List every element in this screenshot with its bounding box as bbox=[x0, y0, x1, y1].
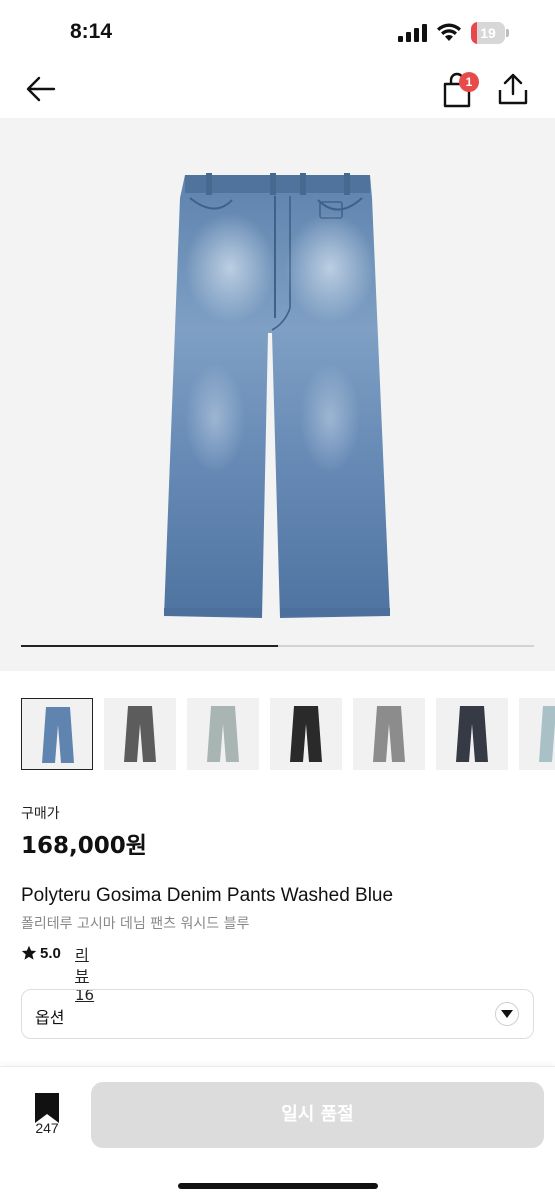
product-main-image bbox=[164, 173, 390, 618]
thumbnail-light-grey[interactable] bbox=[187, 698, 259, 770]
chevron-down-icon bbox=[495, 1002, 519, 1026]
bottom-action-bar: 247 일시 품절 bbox=[0, 1066, 555, 1201]
bookmark-icon[interactable] bbox=[35, 1093, 59, 1123]
share-icon[interactable] bbox=[497, 72, 529, 106]
rating-value: 5.0 bbox=[40, 945, 61, 962]
option-select[interactable]: 옵션 bbox=[21, 989, 534, 1039]
cellular-signal-icon bbox=[398, 24, 427, 42]
thumbnail-washed-black[interactable] bbox=[104, 698, 176, 770]
wifi-icon bbox=[437, 23, 461, 41]
thumbnail-washed-blue[interactable] bbox=[21, 698, 93, 770]
thumbnail-black[interactable] bbox=[270, 698, 342, 770]
thumbnail-dark-navy[interactable] bbox=[436, 698, 508, 770]
product-image-carousel[interactable] bbox=[0, 118, 555, 671]
star-icon bbox=[21, 945, 37, 960]
battery-indicator: 19 bbox=[471, 22, 511, 44]
price-label: 구매가 bbox=[21, 806, 60, 822]
carousel-progress-track bbox=[21, 645, 534, 647]
thumbnail-light-blue[interactable] bbox=[519, 698, 555, 770]
top-nav: 1 bbox=[0, 62, 555, 118]
carousel-progress-fill bbox=[21, 645, 278, 647]
product-name-ko: 폴리테루 고시마 데님 팬츠 워시드 블루 bbox=[21, 916, 250, 932]
thumbnail-strip bbox=[21, 698, 555, 772]
price: 168,000원 bbox=[21, 833, 147, 859]
cart-count-badge: 1 bbox=[459, 72, 479, 92]
back-arrow-icon[interactable] bbox=[24, 74, 58, 104]
option-label: 옵션 bbox=[35, 1008, 65, 1027]
status-bar: 8:14 19 bbox=[0, 0, 555, 62]
home-indicator bbox=[178, 1183, 378, 1189]
battery-level-text: 19 bbox=[480, 25, 496, 41]
sold-out-button[interactable]: 일시 품절 bbox=[91, 1082, 544, 1148]
thumbnail-grey[interactable] bbox=[353, 698, 425, 770]
bookmark-count: 247 bbox=[35, 1120, 59, 1136]
product-name-en: Polyteru Gosima Denim Pants Washed Blue bbox=[21, 885, 394, 906]
status-time: 8:14 bbox=[70, 20, 113, 43]
